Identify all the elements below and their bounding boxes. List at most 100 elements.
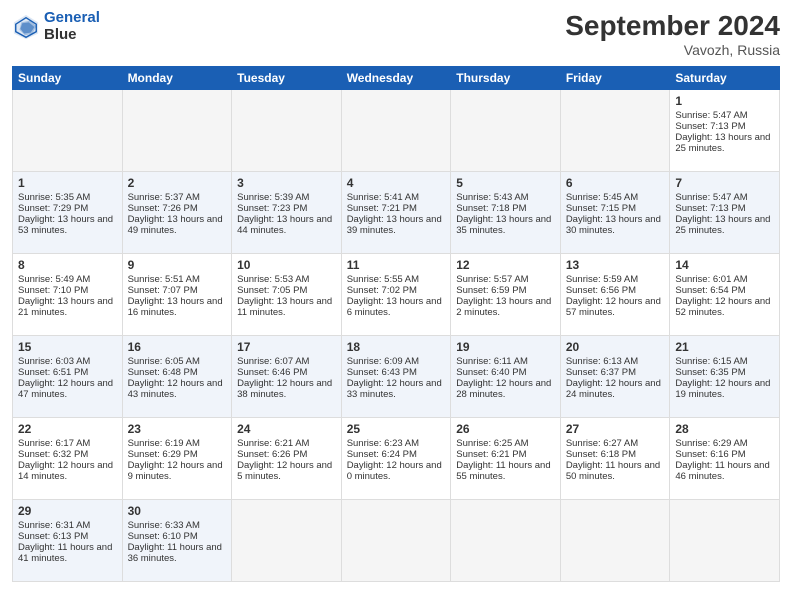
sunset-text: Sunset: 6:21 PM — [456, 449, 555, 460]
col-header-tuesday: Tuesday — [232, 67, 342, 90]
col-header-thursday: Thursday — [451, 67, 561, 90]
day-number: 5 — [456, 176, 555, 190]
calendar-cell: 27Sunrise: 6:27 AMSunset: 6:18 PMDayligh… — [560, 418, 670, 500]
sunrise-text: Sunrise: 6:27 AM — [566, 438, 665, 449]
calendar-cell — [232, 500, 342, 582]
daylight-text: Daylight: 12 hours and 24 minutes. — [566, 378, 665, 400]
sunset-text: Sunset: 6:56 PM — [566, 285, 665, 296]
sunset-text: Sunset: 7:21 PM — [347, 203, 446, 214]
sunset-text: Sunset: 6:48 PM — [128, 367, 227, 378]
day-number: 11 — [347, 258, 446, 272]
sunset-text: Sunset: 6:26 PM — [237, 449, 336, 460]
calendar-cell: 16Sunrise: 6:05 AMSunset: 6:48 PMDayligh… — [122, 336, 232, 418]
calendar-cell: 7Sunrise: 5:47 AMSunset: 7:13 PMDaylight… — [670, 172, 780, 254]
calendar-cell — [560, 500, 670, 582]
day-number: 1 — [18, 176, 117, 190]
calendar-cell — [232, 90, 342, 172]
sunrise-text: Sunrise: 5:55 AM — [347, 274, 446, 285]
sunrise-text: Sunrise: 6:31 AM — [18, 520, 117, 531]
daylight-text: Daylight: 12 hours and 47 minutes. — [18, 378, 117, 400]
daylight-text: Daylight: 12 hours and 5 minutes. — [237, 460, 336, 482]
daylight-text: Daylight: 13 hours and 39 minutes. — [347, 214, 446, 236]
daylight-text: Daylight: 13 hours and 25 minutes. — [675, 214, 774, 236]
sunset-text: Sunset: 7:26 PM — [128, 203, 227, 214]
sunrise-text: Sunrise: 6:17 AM — [18, 438, 117, 449]
day-number: 17 — [237, 340, 336, 354]
day-number: 16 — [128, 340, 227, 354]
daylight-text: Daylight: 13 hours and 35 minutes. — [456, 214, 555, 236]
sunset-text: Sunset: 7:29 PM — [18, 203, 117, 214]
sunrise-text: Sunrise: 5:51 AM — [128, 274, 227, 285]
sunrise-text: Sunrise: 5:45 AM — [566, 192, 665, 203]
day-number: 21 — [675, 340, 774, 354]
calendar-cell: 24Sunrise: 6:21 AMSunset: 6:26 PMDayligh… — [232, 418, 342, 500]
sunset-text: Sunset: 6:40 PM — [456, 367, 555, 378]
daylight-text: Daylight: 12 hours and 14 minutes. — [18, 460, 117, 482]
calendar-cell: 1Sunrise: 5:35 AMSunset: 7:29 PMDaylight… — [13, 172, 123, 254]
calendar-cell: 3Sunrise: 5:39 AMSunset: 7:23 PMDaylight… — [232, 172, 342, 254]
calendar-cell — [13, 90, 123, 172]
day-number: 25 — [347, 422, 446, 436]
calendar-cell: 4 Sunrise: 5:41 AMSunset: 7:21 PMDaylight… — [341, 172, 451, 254]
day-number: 26 — [456, 422, 555, 436]
calendar-cell: 9Sunrise: 5:51 AMSunset: 7:07 PMDaylight… — [122, 254, 232, 336]
daylight-text: Daylight: 12 hours and 57 minutes. — [566, 296, 665, 318]
calendar-cell: 17Sunrise: 6:07 AMSunset: 6:46 PMDayligh… — [232, 336, 342, 418]
daylight-text: Daylight: 13 hours and 21 minutes. — [18, 296, 117, 318]
daylight-text: Daylight: 11 hours and 41 minutes. — [18, 542, 117, 564]
sunrise-text: Sunrise: 6:09 AM — [347, 356, 446, 367]
sunset-text: Sunset: 6:16 PM — [675, 449, 774, 460]
day-number: 24 — [237, 422, 336, 436]
calendar-cell: 10Sunrise: 5:53 AMSunset: 7:05 PMDayligh… — [232, 254, 342, 336]
sunset-text: Sunset: 7:10 PM — [18, 285, 117, 296]
day-number: 19 — [456, 340, 555, 354]
sunset-text: Sunset: 6:51 PM — [18, 367, 117, 378]
day-number: 7 — [675, 176, 774, 190]
month-title: September 2024 — [565, 10, 780, 42]
daylight-text: Daylight: 12 hours and 33 minutes. — [347, 378, 446, 400]
calendar-cell — [341, 500, 451, 582]
daylight-text: Daylight: 13 hours and 44 minutes. — [237, 214, 336, 236]
calendar-cell: 15Sunrise: 6:03 AMSunset: 6:51 PMDayligh… — [13, 336, 123, 418]
calendar-cell: 29Sunrise: 6:31 AMSunset: 6:13 PMDayligh… — [13, 500, 123, 582]
sunset-text: Sunset: 7:05 PM — [237, 285, 336, 296]
day-number: 20 — [566, 340, 665, 354]
day-number: 14 — [675, 258, 774, 272]
sunrise-text: Sunrise: 5:37 AM — [128, 192, 227, 203]
calendar-cell: 30Sunrise: 6:33 AMSunset: 6:10 PMDayligh… — [122, 500, 232, 582]
col-header-friday: Friday — [560, 67, 670, 90]
calendar-cell: 23Sunrise: 6:19 AMSunset: 6:29 PMDayligh… — [122, 418, 232, 500]
daylight-text: Daylight: 11 hours and 46 minutes. — [675, 460, 774, 482]
sunset-text: Sunset: 6:10 PM — [128, 531, 227, 542]
week-row-2: 8Sunrise: 5:49 AMSunset: 7:10 PMDaylight… — [13, 254, 780, 336]
calendar-table: SundayMondayTuesdayWednesdayThursdayFrid… — [12, 66, 780, 582]
sunrise-text: Sunrise: 6:25 AM — [456, 438, 555, 449]
sunrise-text: Sunrise: 6:33 AM — [128, 520, 227, 531]
calendar-cell — [341, 90, 451, 172]
daylight-text: Daylight: 12 hours and 19 minutes. — [675, 378, 774, 400]
sunrise-text: Sunrise: 5:41 AM — [347, 192, 446, 203]
day-number: 28 — [675, 422, 774, 436]
daylight-text: Daylight: 11 hours and 50 minutes. — [566, 460, 665, 482]
logo-line2: Blue — [44, 27, 100, 44]
calendar-cell — [451, 90, 561, 172]
day-number: 27 — [566, 422, 665, 436]
day-number: 8 — [18, 258, 117, 272]
sunset-text: Sunset: 6:59 PM — [456, 285, 555, 296]
daylight-text: Daylight: 13 hours and 25 minutes. — [675, 132, 774, 154]
calendar-cell: 8Sunrise: 5:49 AMSunset: 7:10 PMDaylight… — [13, 254, 123, 336]
day-number: 1 — [675, 94, 774, 108]
calendar-cell — [122, 90, 232, 172]
daylight-text: Daylight: 13 hours and 49 minutes. — [128, 214, 227, 236]
day-number: 29 — [18, 504, 117, 518]
day-number: 4 — [347, 176, 446, 190]
week-row-5: 29Sunrise: 6:31 AMSunset: 6:13 PMDayligh… — [13, 500, 780, 582]
daylight-text: Daylight: 13 hours and 2 minutes. — [456, 296, 555, 318]
calendar-cell — [670, 500, 780, 582]
daylight-text: Daylight: 12 hours and 52 minutes. — [675, 296, 774, 318]
daylight-text: Daylight: 13 hours and 53 minutes. — [18, 214, 117, 236]
daylight-text: Daylight: 13 hours and 16 minutes. — [128, 296, 227, 318]
day-number: 22 — [18, 422, 117, 436]
week-row-4: 22Sunrise: 6:17 AMSunset: 6:32 PMDayligh… — [13, 418, 780, 500]
week-row-0: 1Sunrise: 5:47 AMSunset: 7:13 PMDaylight… — [13, 90, 780, 172]
